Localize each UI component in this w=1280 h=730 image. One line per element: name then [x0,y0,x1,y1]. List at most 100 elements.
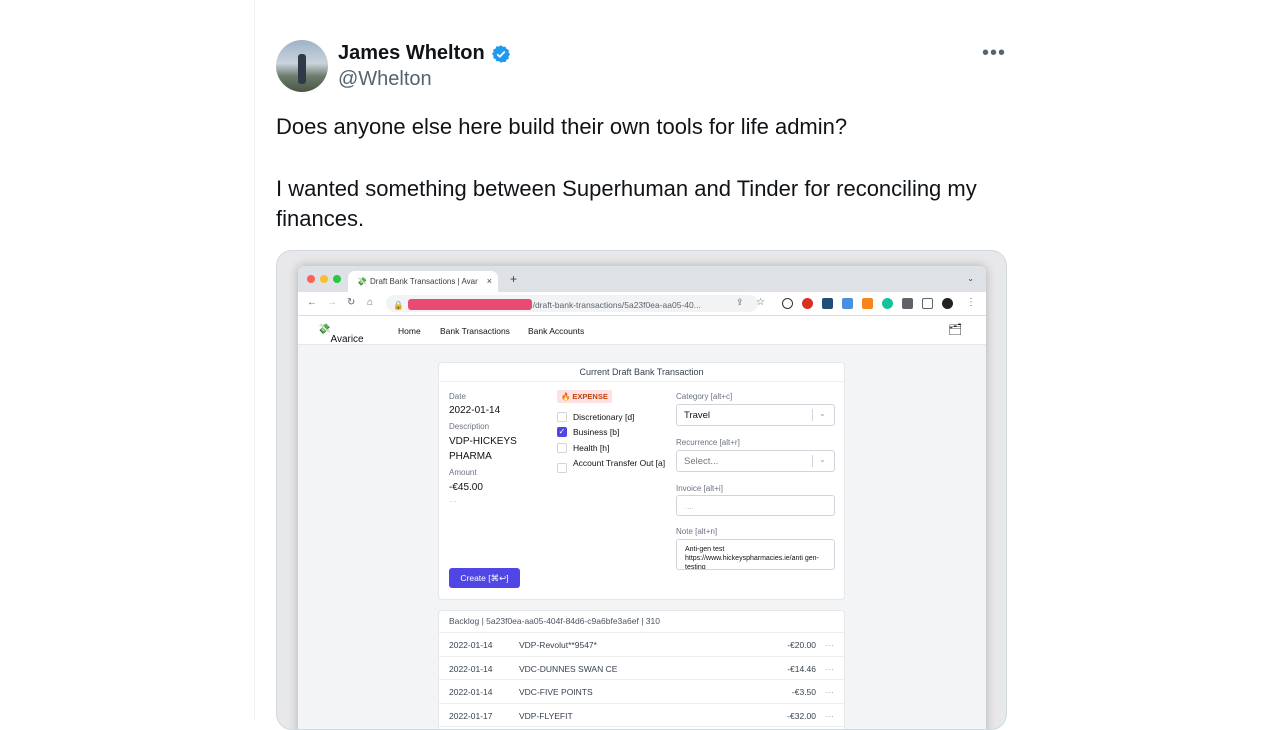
author-handle[interactable]: @Whelton [338,68,432,91]
description-value: VDP-HICKEYS PHARMA [449,436,517,462]
row-more-icon: ··· [825,640,835,650]
backlog-list: Backlog | 5a23f0ea-aa05-404f-84d6-c9a6bf… [438,610,845,729]
row-description: VDP-Revolut**9547* [519,640,597,650]
category-select: Travel ⌄ [676,404,835,426]
category-value: Travel [684,410,711,421]
row-description: VDC-FIVE POINTS [519,687,593,697]
author-name-text[interactable]: James Whelton [338,42,485,65]
tweet-media[interactable]: 💸 Draft Bank Transactions | Avar × + ⌄ ←… [276,250,1007,730]
tweet-paragraph-1: Does anyone else here build their own to… [276,114,848,139]
account-transfer-label: Account Transfer Out [a] [573,458,666,468]
category-label: Category [alt+c] [676,392,733,401]
draft-transaction-card: Current Draft Bank Transaction Date 2022… [438,362,845,600]
browser-tab: 💸 Draft Bank Transactions | Avar × [348,271,498,292]
extension-info-icon [782,298,793,309]
author-name[interactable]: James Whelton [338,42,511,65]
close-window-icon [307,275,315,283]
row-date: 2022-01-14 [449,687,493,697]
row-more-icon: ··· [825,710,835,721]
extension-chat-icon [842,298,853,309]
tweet-paragraph-2: I wanted something between Superhuman an… [276,176,977,231]
row-date: 2022-01-14 [449,640,493,650]
invoice-label: Invoice [alt+i] [676,484,723,493]
verified-badge-icon [491,44,510,63]
card-title: Current Draft Bank Transaction [439,363,844,382]
browser-toolbar: ← → ↻ ⌂ 🔒/draft-bank-transactions/5a23f0… [298,292,986,316]
create-button: Create [⌘↩] [449,568,520,588]
account-transfer-checkbox [557,463,567,473]
recurrence-placeholder: Select... [684,456,719,467]
close-tab-icon: × [486,276,492,286]
reload-icon: ↻ [347,297,356,308]
url-text: /draft-bank-transactions/5a23f0ea-aa05-4… [532,300,701,310]
row-amount: -€3.50 [791,687,816,697]
business-label: Business [b] [573,427,620,437]
nav-bank-transactions: Bank Transactions [440,326,510,336]
discretionary-checkbox [557,412,567,422]
redacted-domain [407,299,532,310]
tweet-text: Does anyone else here build their own to… [276,112,1008,234]
nav-home: Home [398,326,421,336]
extension-app-icon [822,298,833,309]
avatar[interactable] [276,40,328,92]
row-description: VDP-FLYEFIT [519,710,573,721]
note-label: Note [alt+n] [676,527,718,536]
row-more-icon: ··· [825,663,835,674]
user-menu-icon: 🗂 [948,324,962,336]
row-amount: -€20.00 [787,640,816,650]
brand-text: Avarice [330,334,364,345]
grammarly-icon [882,298,893,309]
recurrence-select: Select... ⌄ [676,450,835,472]
side-panel-icon [922,298,933,309]
health-checkbox [557,443,567,453]
row-description: VDC-DUNNES SWAN CE [519,663,618,674]
maximize-window-icon [333,275,341,283]
row-amount: -€14.46 [787,663,816,674]
minimize-window-icon [320,275,328,283]
more-details-icon: ··· [449,497,457,506]
backlog-title: Backlog | 5a23f0ea-aa05-404f-84d6-c9a6bf… [439,611,844,633]
nav-bank-accounts: Bank Accounts [528,326,585,336]
share-icon: ⇪ [736,297,744,307]
favicon-icon: 💸 [357,277,367,286]
app-body: Current Draft Bank Transaction Date 2022… [298,345,986,729]
table-row: 2022-01-14 VDC-DUNNES SWAN CE -€14.46 ··… [439,657,844,680]
metamask-icon [862,298,873,309]
invoice-input: .... [676,495,835,516]
address-bar: 🔒/draft-bank-transactions/5a23f0ea-aa05-… [386,295,758,312]
tab-search-icon: ⌄ [967,274,974,283]
row-amount: -€32.00 [787,710,816,721]
browser-window: 💸 Draft Bank Transactions | Avar × + ⌄ ←… [298,266,986,729]
health-label: Health [h] [573,443,610,453]
forward-icon: → [327,297,337,308]
business-checkbox: ✓ [557,427,567,437]
row-date: 2022-01-17 [449,710,493,721]
amount-value: -€45.00 [449,482,483,493]
tab-bar: 💸 Draft Bank Transactions | Avar × + ⌄ [298,266,986,292]
new-tab-icon: + [510,272,518,286]
chevron-down-icon: ⌄ [812,409,832,421]
app-navbar: 💸 Avarice Home Bank Transactions Bank Ac… [298,316,986,345]
note-textarea: Anti-gen test https://www.hickeyspharmac… [676,539,835,570]
expense-badge: 🔥 EXPENSE [557,390,612,403]
app-brand: 💸 Avarice [318,324,364,345]
table-row: 2022-01-14 VDP-Revolut**9547* -€20.00 ··… [439,633,844,657]
table-row: 2022-01-14 VDC-FIVE POINTS -€3.50 ··· [439,680,844,704]
amount-label: Amount [449,468,477,477]
more-options-icon[interactable]: ••• [982,42,1006,65]
chevron-down-icon: ⌄ [812,455,832,467]
profile-avatar-icon [942,298,953,309]
back-icon: ← [307,297,317,308]
row-date: 2022-01-14 [449,663,493,674]
date-label: Date [449,392,466,401]
home-icon: ⌂ [367,297,374,308]
table-row: 2022-01-17 VDP-FLYEFIT -€32.00 ··· [439,704,844,727]
bookmark-star-icon: ☆ [756,297,765,308]
menu-kebab-icon: ⋮ [966,297,976,308]
row-more-icon: ··· [825,687,835,697]
extension-block-icon [802,298,813,309]
discretionary-label: Discretionary [d] [573,412,635,422]
description-label: Description [449,422,490,431]
recurrence-label: Recurrence [alt+r] [676,438,740,447]
date-value: 2022-01-14 [449,405,501,416]
